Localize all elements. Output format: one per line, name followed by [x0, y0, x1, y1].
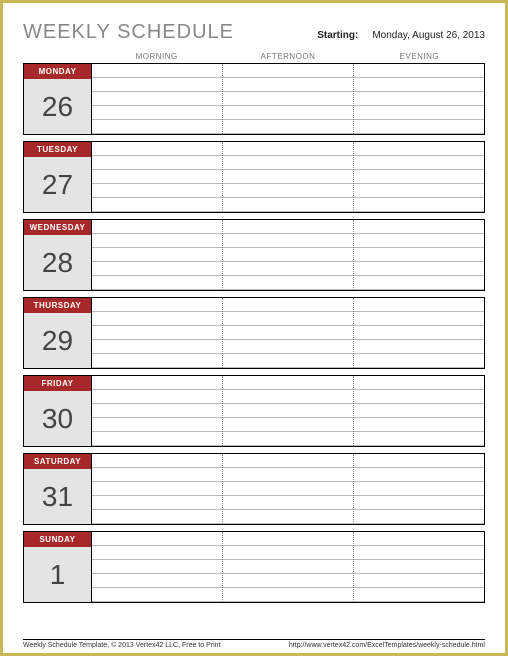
day-number: 28: [24, 235, 91, 290]
slot-evening[interactable]: [354, 532, 484, 602]
slot-morning[interactable]: [92, 376, 223, 446]
day-row: WEDNESDAY 28: [23, 219, 485, 291]
day-cell: WEDNESDAY 28: [24, 220, 92, 290]
slot-afternoon[interactable]: [223, 532, 354, 602]
day-label: WEDNESDAY: [24, 220, 91, 235]
slot-morning[interactable]: [92, 454, 223, 524]
day-row: FRIDAY 30: [23, 375, 485, 447]
slot-evening[interactable]: [354, 298, 484, 368]
day-slots: [92, 220, 484, 290]
day-number: 1: [24, 547, 91, 602]
day-label: MONDAY: [24, 64, 91, 79]
day-number: 27: [24, 157, 91, 212]
day-number: 29: [24, 313, 91, 368]
day-row: SATURDAY 31: [23, 453, 485, 525]
slot-afternoon[interactable]: [223, 376, 354, 446]
day-cell: FRIDAY 30: [24, 376, 92, 446]
day-row: THURSDAY 29: [23, 297, 485, 369]
weekly-schedule-page: WEEKLY SCHEDULE Starting: Monday, August …: [3, 3, 505, 617]
col-spacer: [23, 52, 91, 61]
slot-afternoon[interactable]: [223, 298, 354, 368]
day-row: TUESDAY 27: [23, 141, 485, 213]
day-label: SATURDAY: [24, 454, 91, 469]
day-slots: [92, 298, 484, 368]
col-morning: MORNING: [91, 52, 222, 61]
col-evening: EVENING: [354, 52, 485, 61]
footer: Weekly Schedule Template, © 2013 Vertex4…: [23, 639, 485, 649]
day-label: THURSDAY: [24, 298, 91, 313]
slot-afternoon[interactable]: [223, 454, 354, 524]
slot-evening[interactable]: [354, 376, 484, 446]
slot-evening[interactable]: [354, 454, 484, 524]
day-label: SUNDAY: [24, 532, 91, 547]
slot-evening[interactable]: [354, 64, 484, 134]
header: WEEKLY SCHEDULE Starting: Monday, August …: [23, 21, 485, 44]
slot-morning[interactable]: [92, 298, 223, 368]
day-slots: [92, 376, 484, 446]
day-number: 30: [24, 391, 91, 446]
starting-block: Starting: Monday, August 26, 2013: [317, 30, 485, 41]
slot-morning[interactable]: [92, 220, 223, 290]
slot-evening[interactable]: [354, 220, 484, 290]
day-cell: SATURDAY 31: [24, 454, 92, 524]
day-number: 26: [24, 79, 91, 134]
day-label: FRIDAY: [24, 376, 91, 391]
slot-evening[interactable]: [354, 142, 484, 212]
day-slots: [92, 64, 484, 134]
day-label: TUESDAY: [24, 142, 91, 157]
slot-morning[interactable]: [92, 532, 223, 602]
starting-label: Starting:: [317, 30, 358, 41]
page-title: WEEKLY SCHEDULE: [23, 21, 234, 44]
slot-afternoon[interactable]: [223, 64, 354, 134]
footer-left: Weekly Schedule Template, © 2013 Vertex4…: [23, 642, 221, 649]
day-slots: [92, 532, 484, 602]
slot-afternoon[interactable]: [223, 142, 354, 212]
day-cell: SUNDAY 1: [24, 532, 92, 602]
footer-right: http://www.vertex42.com/ExcelTemplates/w…: [289, 642, 485, 649]
day-cell: MONDAY 26: [24, 64, 92, 134]
day-cell: TUESDAY 27: [24, 142, 92, 212]
slot-afternoon[interactable]: [223, 220, 354, 290]
day-row: MONDAY 26: [23, 63, 485, 135]
day-slots: [92, 454, 484, 524]
column-headers: MORNING AFTERNOON EVENING: [23, 52, 485, 61]
slot-morning[interactable]: [92, 142, 223, 212]
col-afternoon: AFTERNOON: [222, 52, 353, 61]
starting-date: Monday, August 26, 2013: [372, 30, 485, 41]
day-row: SUNDAY 1: [23, 531, 485, 603]
slot-morning[interactable]: [92, 64, 223, 134]
day-cell: THURSDAY 29: [24, 298, 92, 368]
day-slots: [92, 142, 484, 212]
day-number: 31: [24, 469, 91, 524]
